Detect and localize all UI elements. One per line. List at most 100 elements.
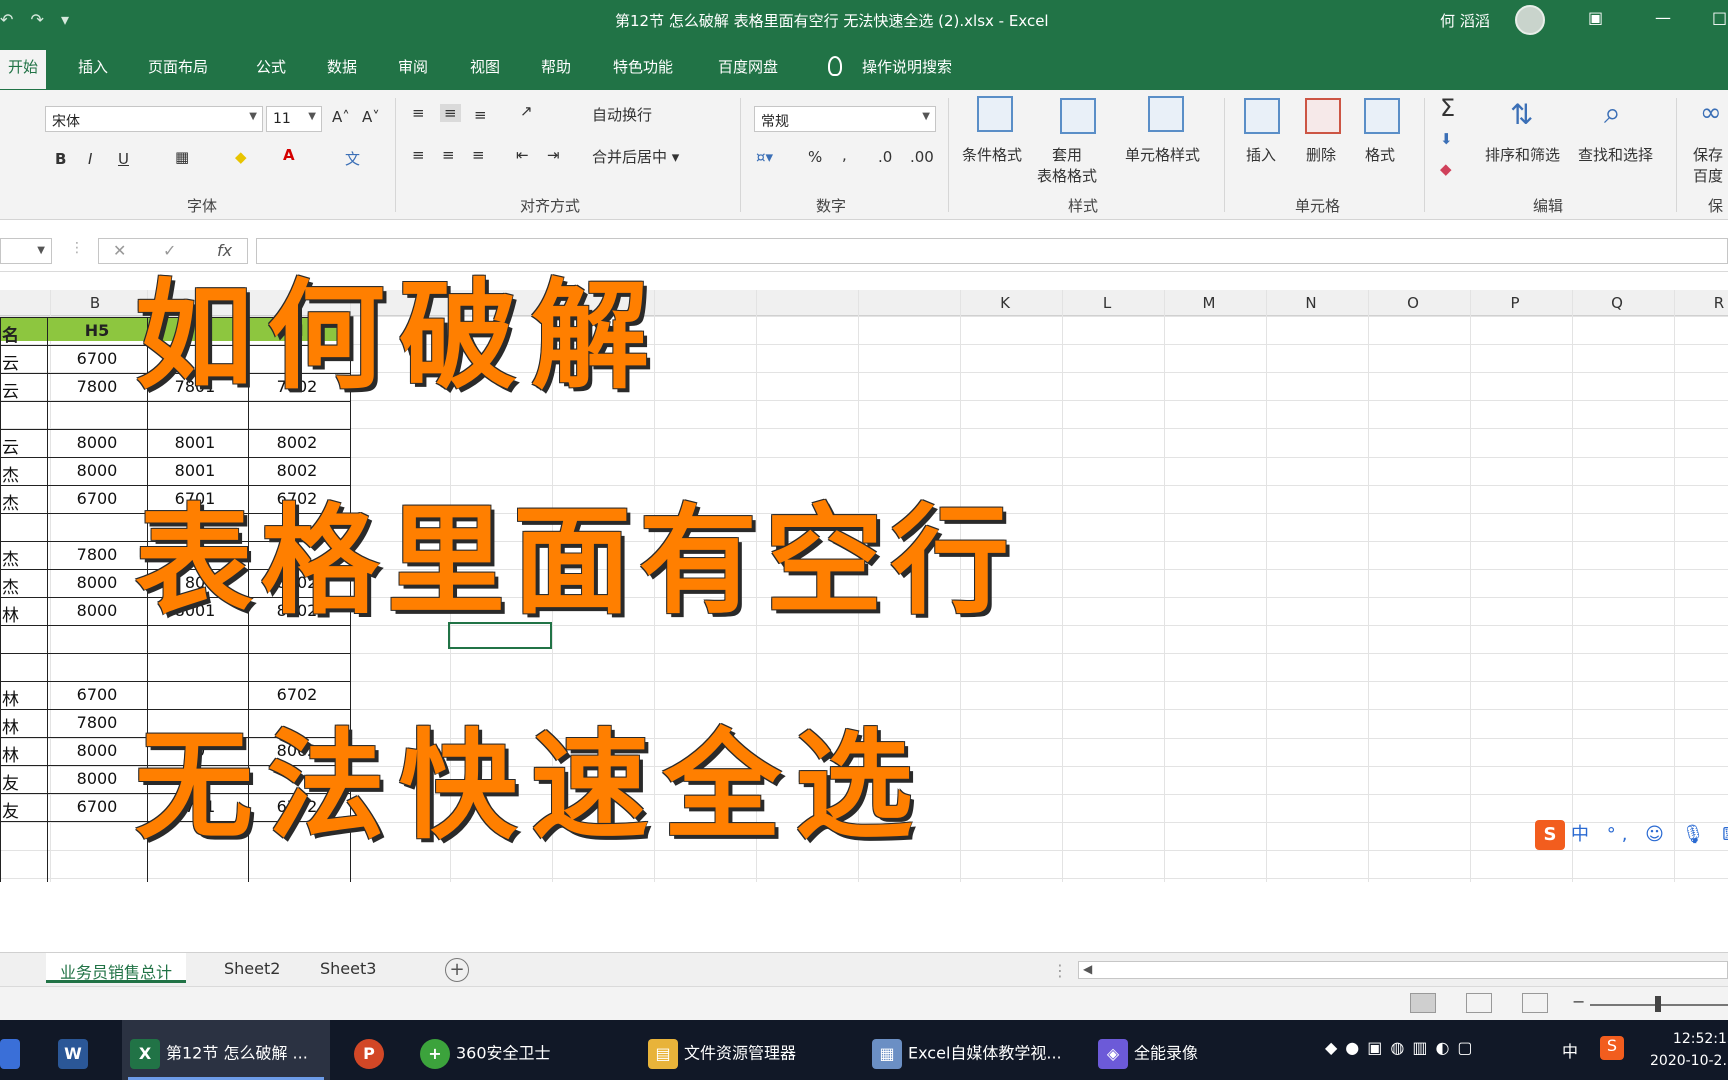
save-baidu-button[interactable]: 保存 百度 [1693, 144, 1723, 186]
accounting-icon[interactable]: ¤▾ [756, 148, 773, 166]
table-cell-name[interactable]: 友 [2, 797, 32, 822]
merge-center-button[interactable]: 合并后居中 ▾ [592, 146, 679, 167]
align-center-icon[interactable]: ≡ [442, 146, 455, 164]
delete-cells-icon[interactable] [1305, 98, 1341, 134]
column-header[interactable]: O [1368, 294, 1458, 312]
decrease-indent-icon[interactable]: ⇤ [516, 146, 529, 164]
clear-icon[interactable]: ◆ [1440, 160, 1452, 178]
fill-icon[interactable]: ⬇ [1440, 130, 1453, 148]
format-cells-icon[interactable] [1364, 98, 1400, 134]
table-cell[interactable]: 8000 [52, 573, 142, 592]
font-name-select[interactable]: 宋体 ▼ [45, 106, 263, 132]
tell-me-search[interactable]: 操作说明搜索 [862, 56, 952, 77]
sogou-tray-icon[interactable]: S [1600, 1036, 1624, 1060]
taskbar-explorer[interactable]: ▤ 文件资源管理器 [648, 1020, 796, 1080]
format-as-table-button[interactable]: 套用 表格格式 [1037, 144, 1097, 186]
font-color-icon[interactable]: A [283, 146, 295, 164]
user-name[interactable]: 何 滔滔 [1440, 10, 1490, 31]
font-size-select[interactable]: 11 ▼ [266, 106, 322, 132]
align-left-icon[interactable]: ≡ [412, 146, 425, 164]
table-cell[interactable]: 8002 [252, 433, 342, 452]
search-icon[interactable]: ⌕ [1604, 96, 1621, 131]
orientation-icon[interactable]: ↗ [520, 102, 533, 120]
system-clock[interactable]: 12:52:15 2020-10-2... [1650, 1028, 1728, 1072]
phonetic-icon[interactable]: 文 [345, 148, 360, 169]
sort-filter-button[interactable]: 排序和筛选 [1485, 144, 1560, 165]
comma-button[interactable]: , [842, 146, 847, 164]
table-cell[interactable]: 8001 [150, 433, 240, 452]
taskbar-recorder[interactable]: ◈ 全能录像 [1098, 1020, 1198, 1080]
sheet-tab-sales-total[interactable]: 业务员销售总计 [46, 953, 187, 983]
taskbar-powerpoint[interactable]: P [354, 1020, 390, 1080]
insert-cells-icon[interactable] [1244, 98, 1280, 134]
table-cell[interactable]: 7800 [52, 545, 142, 564]
taskbar-excel[interactable]: X 第12节 怎么破解 ... [122, 1020, 330, 1080]
column-header[interactable]: N [1266, 294, 1356, 312]
table-format-icon[interactable] [1060, 98, 1096, 134]
add-sheet-icon[interactable]: + [445, 958, 469, 982]
autosum-button[interactable]: Σ [1440, 94, 1455, 122]
number-format-select[interactable]: 常规 ▼ [754, 106, 936, 132]
italic-button[interactable]: I [88, 150, 92, 168]
table-cell[interactable]: 8000 [52, 461, 142, 480]
percent-button[interactable]: % [808, 148, 822, 166]
lightbulb-icon[interactable] [828, 56, 842, 76]
align-top-icon[interactable]: ≡ [412, 104, 425, 122]
page-layout-view-icon[interactable] [1466, 993, 1492, 1013]
align-bottom-icon[interactable]: ≡ [474, 106, 487, 124]
start-button[interactable] [0, 1020, 22, 1080]
tab-review[interactable]: 审阅 [398, 56, 428, 77]
taskbar-excel-tutorial[interactable]: ▦ Excel自媒体教学视... [872, 1020, 1062, 1080]
table-cell-name[interactable]: 杰 [2, 461, 32, 486]
tray-icons[interactable]: ◆●▣◍▥◐▢ [1325, 1038, 1481, 1057]
table-cell-name[interactable]: 云 [2, 377, 32, 402]
ime-status[interactable]: 中 °, ☺ 🎙 ⌨ [1571, 824, 1728, 845]
table-cell-name[interactable]: 林 [2, 685, 32, 710]
shrink-font-button[interactable]: A˅ [362, 108, 380, 126]
table-header-cell[interactable]: 名 [2, 321, 32, 346]
sheet-tab-sheet3[interactable]: Sheet3 [306, 953, 390, 983]
column-header[interactable]: M [1164, 294, 1254, 312]
name-box[interactable]: ▼ [0, 238, 52, 264]
input-language-indicator[interactable]: 中 [1562, 1038, 1578, 1062]
bold-button[interactable]: B [55, 150, 66, 168]
column-header[interactable]: R [1674, 294, 1728, 312]
increase-indent-icon[interactable]: ⇥ [547, 146, 560, 164]
tab-insert[interactable]: 插入 [78, 56, 108, 77]
cell-styles-button[interactable]: 单元格样式 [1125, 144, 1200, 165]
table-cell-name[interactable]: 云 [2, 433, 32, 458]
tab-baidu-netdisk[interactable]: 百度网盘 [718, 56, 778, 77]
insert-cells-button[interactable]: 插入 [1246, 144, 1276, 165]
taskbar-word[interactable]: W [58, 1020, 94, 1080]
table-cell[interactable]: 6700 [52, 685, 142, 704]
page-break-view-icon[interactable] [1522, 993, 1548, 1013]
delete-cells-button[interactable]: 删除 [1306, 144, 1336, 165]
quick-access-toolbar[interactable]: ↶ ↷ ▾ [0, 10, 75, 29]
tab-help[interactable]: 帮助 [541, 56, 571, 77]
table-cell-name[interactable]: 杰 [2, 489, 32, 514]
decrease-decimal-icon[interactable]: .00 [910, 148, 934, 166]
table-cell[interactable]: 8000 [52, 433, 142, 452]
cell-styles-icon[interactable] [1148, 96, 1184, 132]
table-cell[interactable]: 6700 [52, 797, 142, 816]
normal-view-icon[interactable] [1410, 993, 1436, 1013]
tab-special[interactable]: 特色功能 [613, 56, 673, 77]
format-cells-button[interactable]: 格式 [1365, 144, 1395, 165]
table-cell-name[interactable]: 杰 [2, 573, 32, 598]
avatar[interactable] [1515, 5, 1545, 35]
minimize-icon[interactable]: — [1655, 8, 1671, 27]
column-header[interactable]: P [1470, 294, 1560, 312]
column-header[interactable]: L [1062, 294, 1152, 312]
horizontal-scrollbar[interactable]: ◀ [1078, 961, 1728, 979]
table-cell-name[interactable]: 友 [2, 769, 32, 794]
tab-page-layout[interactable]: 页面布局 [148, 56, 208, 77]
increase-decimal-icon[interactable]: .0 [878, 148, 892, 166]
taskbar-360[interactable]: +360安全卫士 [420, 1020, 551, 1080]
table-cell-name[interactable]: 林 [2, 713, 32, 738]
wrap-text-button[interactable]: 自动换行 [592, 104, 652, 125]
column-header[interactable]: B [50, 294, 140, 312]
tab-data[interactable]: 数据 [327, 56, 357, 77]
align-right-icon[interactable]: ≡ [472, 146, 485, 164]
conditional-format-button[interactable]: 条件格式 [962, 144, 1022, 165]
align-middle-icon[interactable]: ≡ [440, 104, 461, 122]
